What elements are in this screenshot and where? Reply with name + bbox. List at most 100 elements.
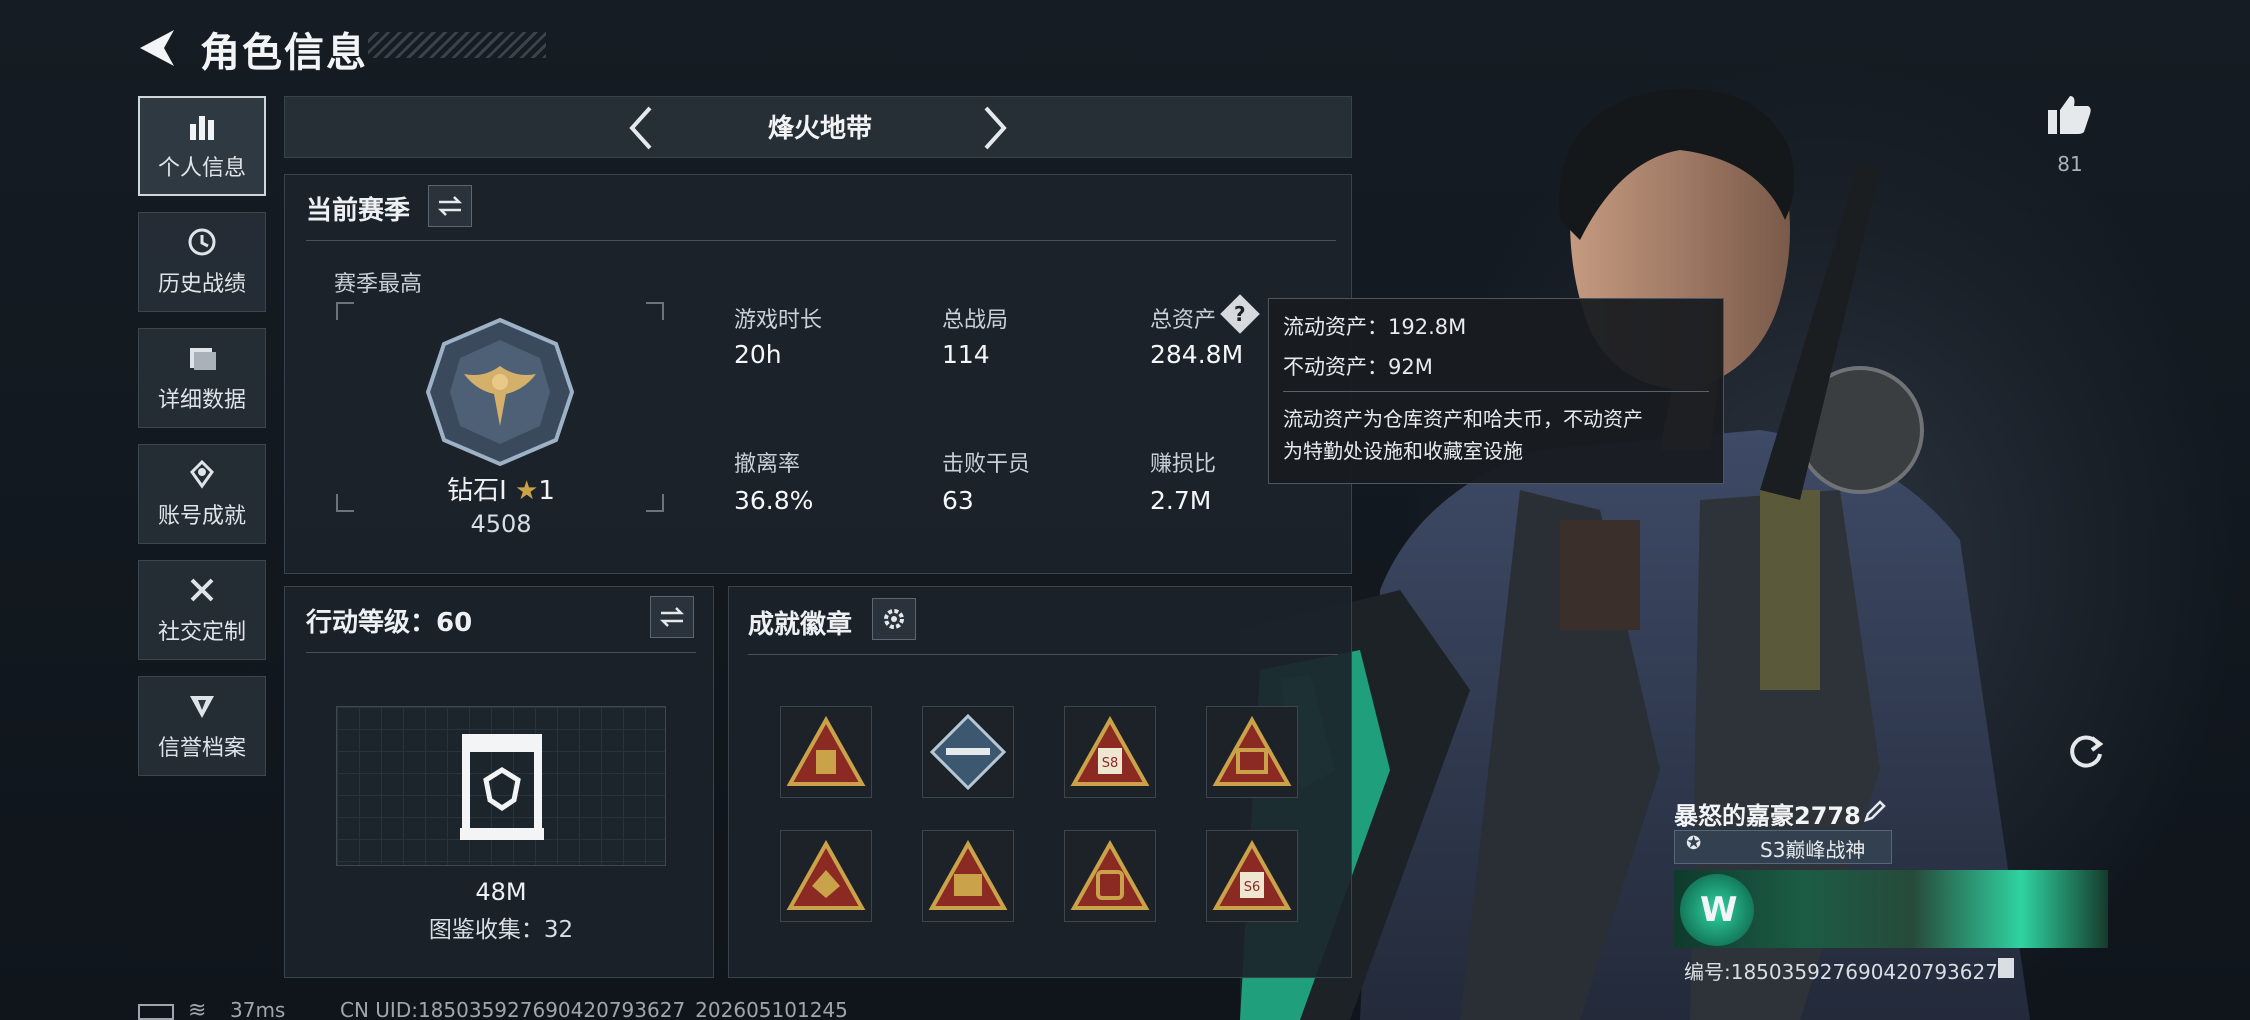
badge-slot[interactable] <box>922 706 1014 798</box>
badge-slot[interactable] <box>1206 706 1298 798</box>
sidebar-item-label: 社交定制 <box>157 620 246 645</box>
badge-slot[interactable] <box>780 830 872 922</box>
bar-chart-icon <box>190 116 214 140</box>
badge-slot[interactable] <box>922 830 1014 922</box>
ping-value: 37ms <box>230 998 286 1020</box>
like-count: 81 <box>2057 152 2083 176</box>
rank-emblem-icon <box>425 317 575 467</box>
chevron-right-icon[interactable] <box>980 104 1010 152</box>
frame-corner <box>336 302 354 320</box>
rank-points: 4508 <box>470 510 532 538</box>
swap-icon <box>437 196 463 216</box>
s8-badge-icon: S8 <box>1070 716 1150 786</box>
stat-value-matches: 114 <box>942 340 990 369</box>
achievement-icon <box>190 459 214 489</box>
rank-line: 钻石Ⅰ ★1 <box>436 470 566 507</box>
crate-badge-icon <box>1212 716 1292 786</box>
collection-case-icon <box>460 734 544 840</box>
gear-icon <box>884 609 904 629</box>
badges-divider <box>748 654 1338 655</box>
level-divider <box>306 652 696 653</box>
badge-text: S8 <box>1102 756 1119 771</box>
wifi-icon: ≋ <box>188 998 207 1020</box>
sidebar-item-label: 详细数据 <box>157 388 246 413</box>
tooltip-divider <box>1283 391 1709 392</box>
frame-corner <box>646 302 664 320</box>
stat-value-profit-ratio: 2.7M <box>1150 486 1212 515</box>
sidebar-item-label: 个人信息 <box>157 156 246 181</box>
stat-value-assets: 284.8M <box>1150 340 1244 369</box>
stat-value-extract-rate: 36.8% <box>734 486 814 515</box>
rank-name: 钻石Ⅰ <box>447 476 507 506</box>
tooltip-liquid-assets: 流动资产：192.8M <box>1283 315 1467 339</box>
badges-title: 成就徽章 <box>748 610 853 640</box>
title-decoration <box>368 32 546 58</box>
assets-tooltip: 流动资产：192.8M 不动资产：92M 流动资产为仓库资产和哈夫币，不动资产 … <box>1268 298 1724 484</box>
collection-value: 48M <box>475 878 527 906</box>
stat-label-extract-rate: 撤离率 <box>734 452 801 477</box>
uid-text: CN UID:185035927690420793627_20260510124… <box>340 998 848 1020</box>
thumbs-up-icon[interactable] <box>2046 92 2092 138</box>
tools-icon <box>190 578 214 602</box>
eagle-badge-icon <box>786 840 866 910</box>
tooltip-fixed-assets: 不动资产：92M <box>1283 355 1433 379</box>
sidebar-item-label: 历史战绩 <box>157 272 246 297</box>
season-title: 当前赛季 <box>306 196 411 226</box>
stat-label-playtime: 游戏时长 <box>734 308 823 333</box>
tooltip-desc-line1: 流动资产为仓库资产和哈夫币，不动资产 <box>1283 407 1643 431</box>
mode-title: 烽火地带 <box>767 114 872 144</box>
frame-corner <box>336 494 354 512</box>
stat-value-kills: 63 <box>942 486 974 515</box>
badge-slot[interactable]: S6 <box>1206 830 1298 922</box>
backpack-badge-icon <box>1070 840 1150 910</box>
action-level-title: 行动等级：60 <box>306 608 473 638</box>
sidebar-item-social[interactable]: 社交定制 <box>138 560 266 660</box>
crate-badge-icon <box>928 840 1008 910</box>
sidebar-item-label: 信誉档案 <box>157 736 246 761</box>
player-title: S3巅峰战神 <box>1760 838 1866 862</box>
switch-level-button[interactable] <box>650 596 694 638</box>
player-name: 暴怒的嘉豪2778 <box>1674 802 1861 830</box>
stat-label-assets: 总资产 <box>1150 308 1217 333</box>
folder-icon <box>190 348 216 370</box>
page-title: 角色信息 <box>200 30 368 76</box>
avatar-logo-icon: W <box>1700 890 1738 930</box>
chevron-left-icon[interactable] <box>626 104 656 152</box>
back-arrow-icon[interactable] <box>134 26 180 70</box>
sidebar-item-details[interactable]: 详细数据 <box>138 328 266 428</box>
badge-slot[interactable]: S8 <box>1064 706 1156 798</box>
stat-label-matches: 总战局 <box>942 308 1009 333</box>
rotate-icon[interactable] <box>2066 730 2106 770</box>
sidebar-item-label: 账号成就 <box>157 504 246 529</box>
sidebar-item-profile[interactable]: 个人信息 <box>138 96 266 196</box>
copy-icon[interactable] <box>1998 958 2014 978</box>
stat-label-profit-ratio: 赚损比 <box>1150 452 1217 477</box>
star-icon: ★ <box>515 476 539 506</box>
season-divider <box>306 240 1336 241</box>
stat-label-kills: 击败干员 <box>942 452 1031 477</box>
badge-slot[interactable] <box>780 706 872 798</box>
swap-icon <box>659 607 685 627</box>
collection-count: 图鉴收集：32 <box>428 917 574 943</box>
history-icon <box>188 228 216 256</box>
shield-icon <box>190 696 214 718</box>
badge-text: S6 <box>1244 880 1261 895</box>
battery-icon <box>138 1004 174 1020</box>
frame-corner <box>646 494 664 512</box>
season-best-label: 赛季最高 <box>334 272 423 297</box>
backpack-badge-icon <box>786 716 866 786</box>
edit-icon[interactable] <box>1862 798 1888 824</box>
rank-stars: 1 <box>538 476 555 506</box>
stat-value-playtime: 20h <box>734 340 782 369</box>
sidebar-item-achievements[interactable]: 账号成就 <box>138 444 266 544</box>
s6-badge-icon: S6 <box>1212 840 1292 910</box>
sidebar-item-reputation[interactable]: 信誉档案 <box>138 676 266 776</box>
title-emblem-icon: ✪ <box>1686 833 1702 854</box>
player-id: 编号:185035927690420793627 <box>1684 960 1998 984</box>
badge-settings-button[interactable] <box>872 598 916 640</box>
rifle-badge-icon <box>929 713 1007 791</box>
tooltip-desc-line2: 为特勤处设施和收藏室设施 <box>1283 439 1523 463</box>
badge-slot[interactable] <box>1064 830 1156 922</box>
switch-season-button[interactable] <box>428 185 472 227</box>
sidebar-item-history[interactable]: 历史战绩 <box>138 212 266 312</box>
